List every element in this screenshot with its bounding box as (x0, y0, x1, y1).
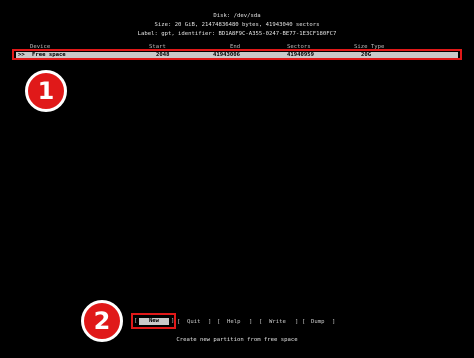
bracket-close: ] (249, 319, 253, 325)
bracket-open: [ (134, 318, 138, 324)
bracket-close: ] (208, 319, 212, 325)
disk-name: Disk: /dev/sda (213, 13, 261, 19)
bracket-open: [ (259, 319, 263, 325)
row-device: Free space (32, 52, 66, 58)
bracket-open: [ (217, 319, 221, 325)
menu-write[interactable]: Write (269, 318, 286, 326)
row-sectors: 41940959 (287, 52, 314, 58)
menu-quit[interactable]: Quit (187, 318, 200, 326)
bracket-close: ] (295, 319, 299, 325)
row-cursor: >> (18, 52, 25, 58)
row-size: 20G (361, 52, 372, 58)
bracket-close: ] (332, 319, 336, 325)
bracket-close: ] (171, 318, 175, 324)
menu-help[interactable]: Help (227, 318, 240, 326)
partition-row-free-space[interactable]: >> Free space 2048 41943006 41940959 20G (12, 49, 462, 60)
new-button[interactable]: New (139, 318, 169, 325)
disk-header: Disk: /dev/sda Size: 20 GiB, 21474836480… (0, 12, 474, 39)
row-end: 41943006 (213, 52, 240, 58)
bracket-open: [ (302, 319, 306, 325)
callout-badge-1: 1 (25, 70, 67, 112)
disk-label: Label: gpt, identifier: BD1A8F9C-A355-02… (137, 31, 337, 37)
status-line: Create new partition from free space (176, 337, 298, 343)
menu-dump[interactable]: Dump (311, 318, 324, 326)
row-start: 2048 (156, 52, 170, 58)
new-button-highlight: [ New ] (131, 313, 176, 329)
disk-size: Size: 20 GiB, 21474836480 bytes, 4194304… (154, 22, 320, 28)
bracket-open: [ (177, 319, 181, 325)
row-selection-bar: >> Free space 2048 41943006 41940959 20G (16, 52, 458, 58)
partition-table: Device Start End Sectors Size Type >> Fr… (12, 44, 462, 60)
callout-badge-2: 2 (81, 300, 123, 342)
